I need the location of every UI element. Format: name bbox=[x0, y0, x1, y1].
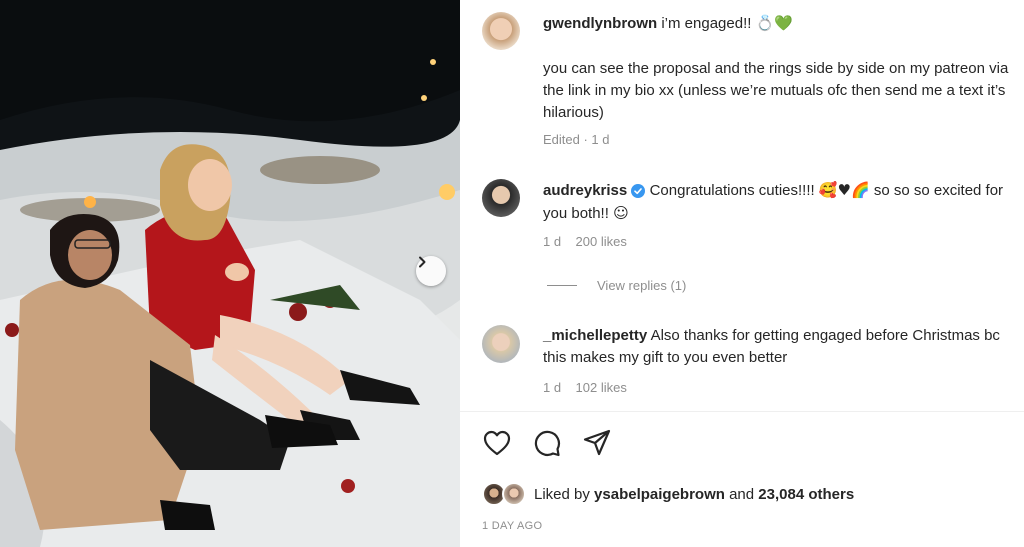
liked-by-text: Liked by ysabelpaigebrown and 23,084 oth… bbox=[534, 486, 854, 503]
liked-by-connector: and bbox=[729, 485, 755, 503]
liked-by-prefix: Liked by bbox=[534, 485, 590, 503]
verified-badge-icon bbox=[631, 184, 646, 198]
post-side-panel: gwendlynbrown i’m engaged!! 💍💚 you can s… bbox=[460, 0, 1024, 547]
post-actions bbox=[482, 428, 612, 458]
caption-body: you can see the proposal and the rings s… bbox=[543, 60, 1009, 121]
comment-meta: 1 d 102 likes bbox=[543, 380, 627, 395]
photo-illustration bbox=[0, 0, 460, 547]
liked-by-avatars[interactable] bbox=[482, 482, 528, 506]
liked-by-others[interactable]: 23,084 others bbox=[758, 486, 854, 503]
commenter-username[interactable]: _michellepetty bbox=[543, 327, 647, 344]
comment-meta: 1 d 200 likes bbox=[543, 234, 627, 249]
share-icon bbox=[583, 429, 611, 456]
post-caption: gwendlynbrown i’m engaged!! 💍💚 you can s… bbox=[543, 12, 1018, 124]
chevron-right-icon bbox=[419, 256, 426, 268]
comment-likes[interactable]: 102 likes bbox=[576, 380, 627, 395]
comment-text-part-a: Congratulations cuties!!!! bbox=[649, 182, 815, 199]
comment-button[interactable] bbox=[532, 428, 562, 458]
comment-trailing-emoji: ☺ bbox=[613, 204, 629, 222]
comment-audreykriss: audreykriss Congratulations cuties!!!! 🥰… bbox=[543, 179, 1018, 225]
comment-emojis: 🥰♥🌈 bbox=[818, 181, 870, 199]
commenter-username[interactable]: audreykriss bbox=[543, 182, 627, 199]
comment-likes[interactable]: 200 likes bbox=[576, 234, 627, 249]
post-photo bbox=[0, 0, 460, 547]
caption-emoji: 💍💚 bbox=[755, 14, 793, 32]
divider bbox=[460, 411, 1024, 412]
liked-by-user[interactable]: ysabelpaigebrown bbox=[594, 486, 725, 503]
comment-time: 1 d bbox=[543, 234, 562, 249]
liked-by: Liked by ysabelpaigebrown and 23,084 oth… bbox=[482, 482, 854, 506]
comment-michellepetty: _michellepetty Also thanks for getting e… bbox=[543, 325, 1018, 369]
next-photo-button[interactable] bbox=[416, 256, 446, 286]
liker-avatar bbox=[502, 482, 526, 506]
caption-headline: i’m engaged!! bbox=[661, 15, 752, 32]
commenter-avatar[interactable] bbox=[482, 325, 520, 363]
comment-icon bbox=[534, 430, 561, 457]
comment-time: 1 d bbox=[543, 380, 562, 395]
view-replies-button[interactable]: View replies (1) bbox=[547, 278, 686, 293]
author-username[interactable]: gwendlynbrown bbox=[543, 15, 657, 32]
share-button[interactable] bbox=[582, 428, 612, 458]
commenter-avatar[interactable] bbox=[482, 179, 520, 217]
author-avatar[interactable] bbox=[482, 12, 520, 50]
heart-icon bbox=[483, 430, 511, 456]
caption-meta: Edited · 1 d bbox=[543, 132, 610, 147]
view-replies-line bbox=[547, 285, 577, 286]
like-button[interactable] bbox=[482, 428, 512, 458]
post-time-ago[interactable]: 1 DAY AGO bbox=[482, 520, 542, 532]
view-replies-label: View replies (1) bbox=[597, 278, 687, 293]
